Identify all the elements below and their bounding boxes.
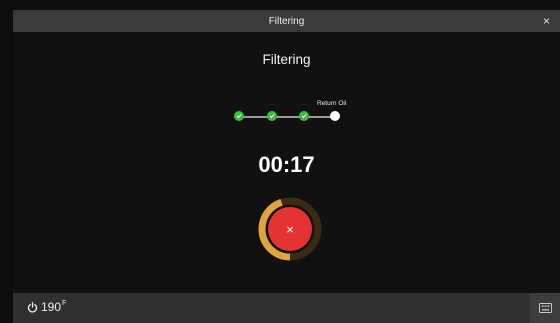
step-2-complete-icon — [267, 111, 277, 121]
cancel-button[interactable]: × — [268, 207, 312, 251]
step-4-label: Return Oil — [317, 100, 347, 107]
bottom-bar: 190F — [13, 293, 560, 323]
cancel-icon: × — [286, 221, 294, 237]
temperature-unit: F — [62, 300, 67, 307]
step-1-complete-icon — [234, 111, 244, 121]
power-icon[interactable] — [27, 302, 38, 313]
temperature-value: 190 — [41, 300, 62, 314]
keyboard-icon — [538, 303, 552, 313]
step-connector-line — [239, 116, 339, 118]
page-title: Filtering — [262, 52, 311, 67]
keyboard-button[interactable] — [530, 293, 560, 323]
close-icon[interactable]: × — [543, 14, 550, 28]
step-indicator: Return Oil — [13, 96, 560, 136]
countdown-timer: 00:17 — [258, 152, 315, 177]
window-title: Filtering — [268, 15, 305, 27]
temperature-readout: 190F — [41, 300, 66, 314]
step-4-current-icon — [330, 111, 340, 121]
app-window: Filtering × Filtering Return Oil 00:17 ×… — [13, 10, 560, 323]
title-bar: Filtering × — [13, 10, 560, 32]
step-3-complete-icon — [299, 111, 309, 121]
